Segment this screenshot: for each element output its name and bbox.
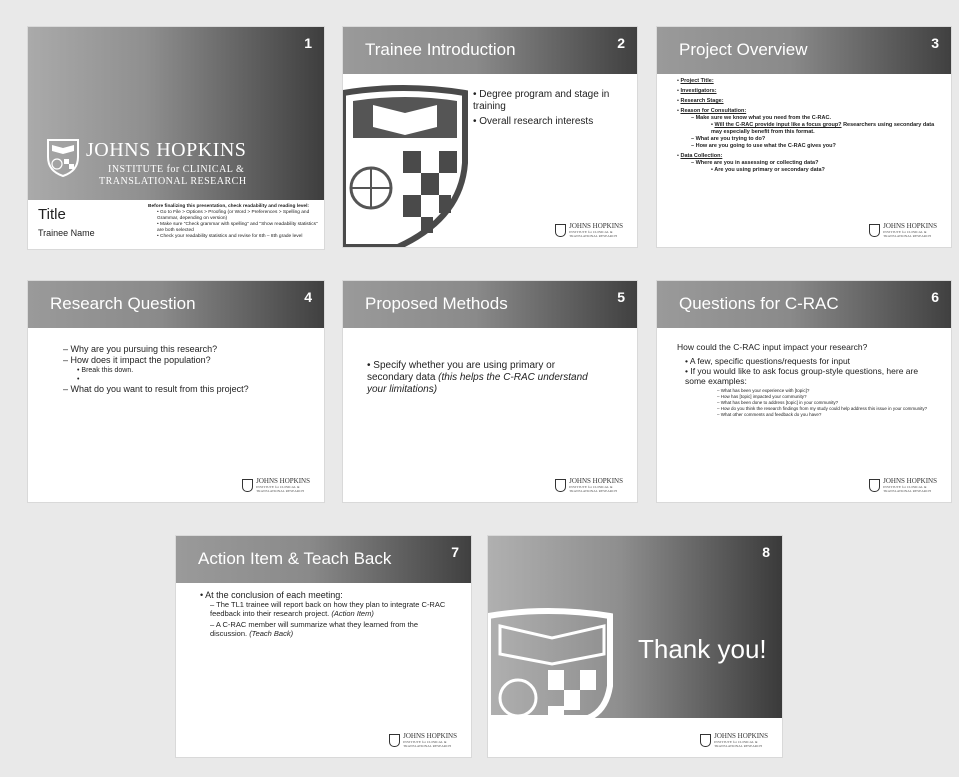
data-collection-label: Data Collection: [680, 153, 723, 159]
footer-logo: JOHNS HOPKINS INSTITUTE for CLINICAL & TRA… [555, 477, 623, 493]
slide-8-thumbnail[interactable]: 8 Thank you! JOHNS HOPKINS INSTITUTE for … [488, 536, 782, 757]
slide-1-title: Title [38, 206, 66, 223]
slide-5-body: Specify whether you are using primary or… [367, 360, 597, 396]
slide-2-body: Degree program and stage in training Ove… [473, 89, 633, 131]
slide-number: 2 [617, 35, 625, 51]
slide-number: 7 [451, 544, 459, 560]
readability-note: Before finalizing this presentation, che… [148, 204, 320, 240]
slide-6-body: How could the C-RAC input impact your re… [677, 342, 941, 418]
slide-title: Project Overview [679, 40, 808, 59]
sub-item-empty [63, 375, 313, 384]
jhu-logo-line2: INSTITUTE for CLINICAL & [108, 164, 245, 175]
thank-you-text: Thank you! [638, 634, 767, 664]
readability-note-item: Check your readability statistics and re… [148, 234, 320, 240]
footer-logo: JOHNS HOPKINS INSTITUTE for CLINICAL & TRA… [555, 222, 623, 238]
bullet-item: At the conclusion of each meeting: [200, 590, 450, 600]
jhu-logo-line3: TRANSLATIONAL RESEARCH [99, 176, 247, 187]
footer-logo: JOHNS HOPKINS INSTITUTE for CLINICAL & TRA… [869, 222, 937, 238]
slide-title: Research Question [50, 294, 196, 313]
bullet-item: A few, specific questions/requests for i… [677, 356, 941, 366]
example-question: What other comments and feedback do you … [717, 412, 941, 418]
investigators-label: Investigators: [680, 88, 717, 94]
footer-logo: JOHNS HOPKINS INSTITUTE for CLINICAL & TRA… [389, 732, 457, 748]
jhu-shield-graphic [343, 83, 468, 247]
intro-question: How could the C-RAC input impact your re… [677, 342, 868, 352]
shield-icon [555, 478, 567, 492]
research-stage-label: Research Stage: [680, 98, 724, 104]
slide-title: Trainee Introduction [365, 40, 516, 59]
slide-3-thumbnail[interactable]: Project Overview 3 Project Title: Invest… [657, 27, 951, 247]
project-title-label: Project Title: [680, 78, 714, 84]
data-sub: Where are you in assessing or collecting… [677, 160, 939, 167]
slide-4-thumbnail[interactable]: Research Question 4 Why are you pursuing… [28, 281, 324, 502]
bullet-item: Overall research interests [473, 116, 633, 128]
shield-icon [700, 733, 712, 747]
slide-7-thumbnail[interactable]: Action Item & Teach Back 7 At the conclu… [176, 536, 471, 757]
bullet-item: If you would like to ask focus group-sty… [677, 366, 941, 386]
slide-7-body: At the conclusion of each meeting: The T… [200, 590, 450, 638]
shield-icon [869, 478, 881, 492]
slide-title: Proposed Methods [365, 294, 508, 313]
reason-sub: Make sure we know what you need from the… [677, 115, 939, 122]
slide-1-subtitle: Trainee Name [38, 228, 95, 238]
slide-5-thumbnail[interactable]: Proposed Methods 5 Specify whether you a… [343, 281, 637, 502]
shield-icon [869, 223, 881, 237]
sub-item: A C-RAC member will summarize what they … [200, 620, 450, 638]
footer-logo: JOHNS HOPKINS INSTITUTE for CLINICAL & TRA… [700, 732, 768, 748]
slide-number: 4 [304, 289, 312, 305]
slide-1-thumbnail[interactable]: 1 JOHNS HOPKINS INSTITUTE for CLINICAL &… [28, 27, 324, 249]
question-item: Why are you pursuing this research? [63, 344, 313, 355]
shield-icon [242, 478, 254, 492]
shield-icon [555, 223, 567, 237]
reason-sub: How are you going to use what the C-RAC … [677, 143, 939, 150]
slide-number: 1 [304, 35, 312, 51]
sub-item: The TL1 trainee will report back on how … [200, 600, 450, 618]
reason-sub-sub: Will the C-RAC provide input like a focu… [677, 122, 939, 136]
example-list: What has been your experience with [topi… [677, 388, 941, 418]
slide-2-thumbnail[interactable]: Trainee Introduction 2 Degree program an… [343, 27, 637, 247]
sub-item: Break this down. [63, 366, 313, 375]
readability-note-item: Go to File > Options > Proofing (or Word… [148, 210, 320, 222]
footer-logo: JOHNS HOPKINS INSTITUTE for CLINICAL & TRA… [869, 477, 937, 493]
readability-note-item: Make sure "Check grammar with spelling" … [148, 222, 320, 234]
slide-number: 8 [762, 544, 770, 560]
reason-label: Reason for Consultation: [680, 108, 747, 114]
slide-number: 3 [931, 35, 939, 51]
slide-6-thumbnail[interactable]: Questions for C-RAC 6 How could the C-RA… [657, 281, 951, 502]
slide-3-body: Project Title: Investigators: Research S… [677, 78, 939, 174]
slide-title: Action Item & Teach Back [198, 549, 392, 568]
slide-number: 6 [931, 289, 939, 305]
jhu-shield-logo [46, 137, 80, 182]
jhu-logo-name: JOHNS HOPKINS [86, 139, 247, 161]
bullet-item: Degree program and stage in training [473, 89, 633, 113]
footer-logo: JOHNS HOPKINS INSTITUTE for CLINICAL & TRA… [242, 477, 310, 493]
slide-title: Questions for C-RAC [679, 294, 839, 313]
reason-sub: What are you trying to do? [677, 136, 939, 143]
slide-4-body: Why are you pursuing this research? How … [63, 344, 313, 395]
question-item: How does it impact the population? [63, 355, 313, 366]
shield-icon [389, 733, 401, 747]
question-item: What do you want to result from this pro… [63, 384, 313, 395]
slide-number: 5 [617, 289, 625, 305]
data-sub-sub: Are you using primary or secondary data? [677, 167, 939, 174]
jhu-shield-graphic [488, 606, 613, 723]
